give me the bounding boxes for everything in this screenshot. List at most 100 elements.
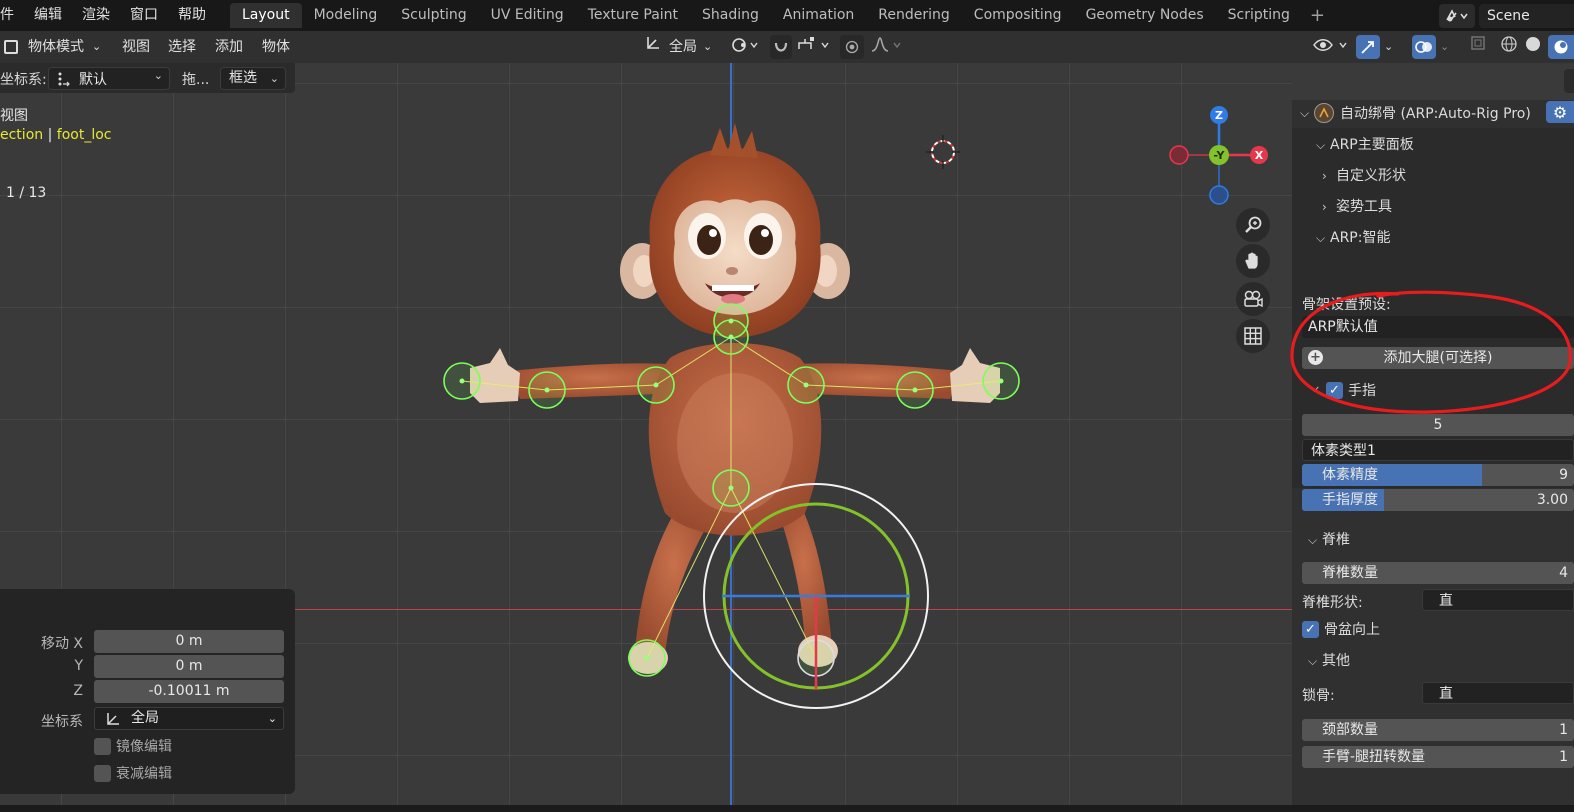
solid-shading-icon[interactable] — [1524, 35, 1542, 59]
foot-loc-control[interactable] — [700, 480, 932, 712]
spine-count-field[interactable]: 脊椎数量 4 — [1302, 562, 1574, 584]
visibility-icon[interactable] — [1312, 35, 1352, 59]
tab-shading[interactable]: Shading — [690, 3, 771, 28]
sidebar-top-strip — [1292, 63, 1574, 100]
sidebar-collapse-handle[interactable] — [1564, 69, 1574, 93]
pivot-icon[interactable] — [730, 35, 760, 59]
finger-thickness-slider[interactable]: 手指厚度 3.00 — [1302, 489, 1574, 511]
material-shading-icon[interactable] — [1548, 35, 1574, 59]
menu-add[interactable]: 添加 — [215, 35, 243, 59]
navigation-gizmo[interactable]: Z X -Y — [1166, 103, 1276, 213]
chevron-down-icon[interactable]: ⌄ — [1384, 35, 1393, 59]
tab-modeling[interactable]: Modeling — [302, 3, 390, 28]
tab-texture-paint[interactable]: Texture Paint — [576, 3, 690, 28]
neck-count-value: 1 — [1559, 722, 1568, 738]
select-mode-dropdown[interactable]: 框选 ⌄ — [220, 67, 286, 90]
wireframe-shading-icon[interactable] — [1500, 35, 1518, 59]
tab-uv-editing[interactable]: UV Editing — [479, 3, 576, 28]
proportional-edit-checkbox[interactable]: 衰减编辑 — [94, 763, 172, 783]
object-name-label: foot_loc — [56, 127, 112, 143]
orientation-dropdown[interactable]: 全局 ⌄ — [94, 707, 284, 730]
voxel-precision-label: 体素精度 — [1322, 467, 1378, 483]
spine-shape-dropdown[interactable]: 直 — [1422, 589, 1574, 611]
voxel-type-dropdown[interactable]: 体素类型1 — [1302, 439, 1574, 461]
spine-section-header[interactable]: ⌵ 脊椎 — [1308, 529, 1350, 549]
tab-layout[interactable]: Layout — [230, 3, 302, 28]
move-y-field[interactable]: 0 m — [94, 655, 284, 678]
n-panel-sidebar: ⌵ 自动绑骨 (ARP:Auto-Rig Pro) ⚙ ⌵ ARP主要面板 › 自定… — [1292, 100, 1574, 805]
lock-bone-value: 直 — [1439, 686, 1453, 702]
tab-compositing[interactable]: Compositing — [962, 3, 1074, 28]
proportional-edit-icon[interactable] — [840, 35, 864, 59]
tab-geometry-nodes[interactable]: Geometry Nodes — [1074, 3, 1216, 28]
tab-rendering[interactable]: Rendering — [866, 3, 962, 28]
pelvis-up-checkbox[interactable]: ✓ 骨盆向上 — [1302, 619, 1380, 639]
chevron-down-icon: ⌵ — [1316, 231, 1326, 245]
chevron-down-icon: ⌵ — [1308, 533, 1318, 547]
collection-separator: | — [43, 127, 57, 143]
chevron-down-icon: ⌵ — [1308, 654, 1318, 668]
lock-bone-label: 锁骨: — [1302, 688, 1335, 704]
panel-arp-smart[interactable]: ⌵ ARP:智能 — [1316, 227, 1390, 247]
proportional-edit-label: 衰减编辑 — [116, 766, 172, 782]
lock-bone-dropdown[interactable]: 直 — [1422, 682, 1574, 704]
transform-orientation[interactable]: 全局 ⌄ — [645, 35, 712, 59]
tab-sculpting[interactable]: Sculpting — [389, 3, 478, 28]
chevron-down-icon[interactable]: ⌄ — [1440, 35, 1449, 59]
chevron-right-icon: › — [1322, 169, 1327, 183]
tab-animation[interactable]: Animation — [771, 3, 866, 28]
pan-button[interactable] — [1236, 244, 1270, 278]
mirror-edit-checkbox[interactable]: 镜像编辑 — [94, 736, 172, 756]
neck-count-field[interactable]: 颈部数量 1 — [1302, 719, 1574, 741]
menu-select[interactable]: 选择 — [168, 35, 196, 59]
panel-custom-shapes-label: 自定义形状 — [1336, 168, 1406, 184]
add-workspace-button[interactable]: + — [1302, 3, 1333, 28]
menu-view[interactable]: 视图 — [122, 35, 150, 59]
zoom-button[interactable] — [1236, 208, 1270, 242]
coord-system-value: 默认 — [79, 71, 107, 88]
addon-panel-header[interactable]: ⌵ 自动绑骨 (ARP:Auto-Rig Pro) — [1300, 103, 1531, 123]
menu-edit[interactable]: 编辑 — [24, 0, 72, 31]
menu-file[interactable]: 件 — [0, 0, 24, 31]
move-z-field[interactable]: -0.10011 m — [94, 680, 284, 703]
xray-icon[interactable] — [1470, 35, 1486, 59]
camera-icon — [1244, 290, 1263, 308]
mode-selector[interactable]: 物体模式 ⌄ — [0, 35, 101, 59]
panel-pose-tools[interactable]: › 姿势工具 — [1322, 196, 1392, 216]
top-menu-bar: 件 编辑 渲染 窗口 帮助 Layout Modeling Sculpting … — [0, 0, 1574, 31]
chevron-down-icon: ⌄ — [153, 69, 163, 82]
menu-render[interactable]: 渲染 — [72, 0, 120, 31]
mirror-edit-label: 镜像编辑 — [116, 739, 172, 755]
menu-object[interactable]: 物体 — [262, 35, 290, 59]
coord-system-label: 坐标系: — [0, 72, 47, 88]
gizmo-toggle-icon[interactable] — [1356, 35, 1380, 59]
panel-custom-shapes[interactable]: › 自定义形状 — [1322, 165, 1406, 185]
snap-target-icon[interactable] — [796, 35, 832, 59]
move-y-label: Y — [74, 658, 83, 674]
camera-view-button[interactable] — [1236, 282, 1270, 316]
tab-scripting[interactable]: Scripting — [1216, 3, 1302, 28]
drag-label[interactable]: 拖... — [182, 69, 209, 89]
addon-title: 自动绑骨 (ARP:Auto-Rig Pro) — [1340, 106, 1531, 122]
move-x-field[interactable]: 0 m — [94, 630, 284, 653]
falloff-icon[interactable] — [870, 35, 904, 59]
scene-icon[interactable] — [1439, 3, 1475, 28]
menu-window[interactable]: 窗口 — [120, 0, 168, 31]
scene-name-field[interactable]: Scene — [1479, 3, 1574, 28]
checkbox-box — [94, 737, 111, 755]
twist-count-field[interactable]: 手臂-腿扭转数量 1 — [1302, 746, 1574, 768]
voxel-precision-slider[interactable]: 体素精度 9 — [1302, 464, 1574, 486]
snap-icon[interactable] — [770, 35, 792, 59]
pivot-dots-icon — [55, 71, 71, 87]
neck-count-label: 颈部数量 — [1322, 722, 1378, 738]
other-section-header[interactable]: ⌵ 其他 — [1308, 650, 1350, 670]
addon-settings-icon[interactable]: ⚙ — [1546, 101, 1574, 123]
coord-system-dropdown[interactable]: 默认 ⌄ — [48, 67, 170, 90]
frame-counter: 1 / 13 — [6, 185, 47, 201]
other-section-label: 其他 — [1322, 653, 1350, 669]
ortho-toggle-button[interactable] — [1236, 319, 1270, 353]
panel-main-arp[interactable]: ⌵ ARP主要面板 — [1316, 134, 1414, 154]
menu-help[interactable]: 帮助 — [168, 0, 216, 31]
overlays-icon[interactable] — [1412, 35, 1436, 59]
workspace-tabs: Layout Modeling Sculpting UV Editing Tex… — [230, 0, 1333, 31]
